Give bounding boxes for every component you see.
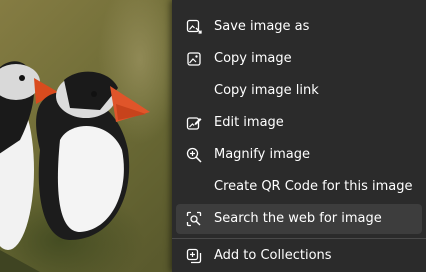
magnify-icon <box>186 147 202 163</box>
context-menu: Save image as Copy image Copy image link… <box>172 0 426 272</box>
menu-item-copy-image-link[interactable]: Copy image link <box>176 76 422 106</box>
save-image-icon <box>186 19 202 35</box>
menu-item-label: Save image as <box>214 19 310 34</box>
menu-item-label: Copy image <box>214 51 292 66</box>
menu-item-partial[interactable] <box>176 0 422 12</box>
menu-item-edit-image[interactable]: Edit image <box>176 108 422 138</box>
menu-item-label: Create QR Code for this image <box>214 179 413 194</box>
menu-item-label: Search the web for image <box>214 211 382 226</box>
menu-item-label: Copy image link <box>214 83 319 98</box>
menu-divider <box>172 238 426 239</box>
menu-item-copy-image[interactable]: Copy image <box>176 44 422 74</box>
edit-image-icon <box>186 115 202 131</box>
menu-item-label: Add to Collections <box>214 248 332 263</box>
menu-item-label: Magnify image <box>214 147 310 162</box>
menu-item-label: Edit image <box>214 115 284 130</box>
menu-item-search-web-for-image[interactable]: Search the web for image <box>176 204 422 234</box>
menu-item-create-qr-code[interactable]: Create QR Code for this image <box>176 172 422 202</box>
copy-image-icon <box>186 51 202 67</box>
menu-item-add-to-collections[interactable]: Add to Collections <box>176 241 422 271</box>
visual-search-icon <box>186 211 202 227</box>
collections-icon <box>186 248 202 264</box>
puffins-image <box>0 61 150 272</box>
menu-item-magnify-image[interactable]: Magnify image <box>176 140 422 170</box>
menu-item-save-image-as[interactable]: Save image as <box>176 12 422 42</box>
